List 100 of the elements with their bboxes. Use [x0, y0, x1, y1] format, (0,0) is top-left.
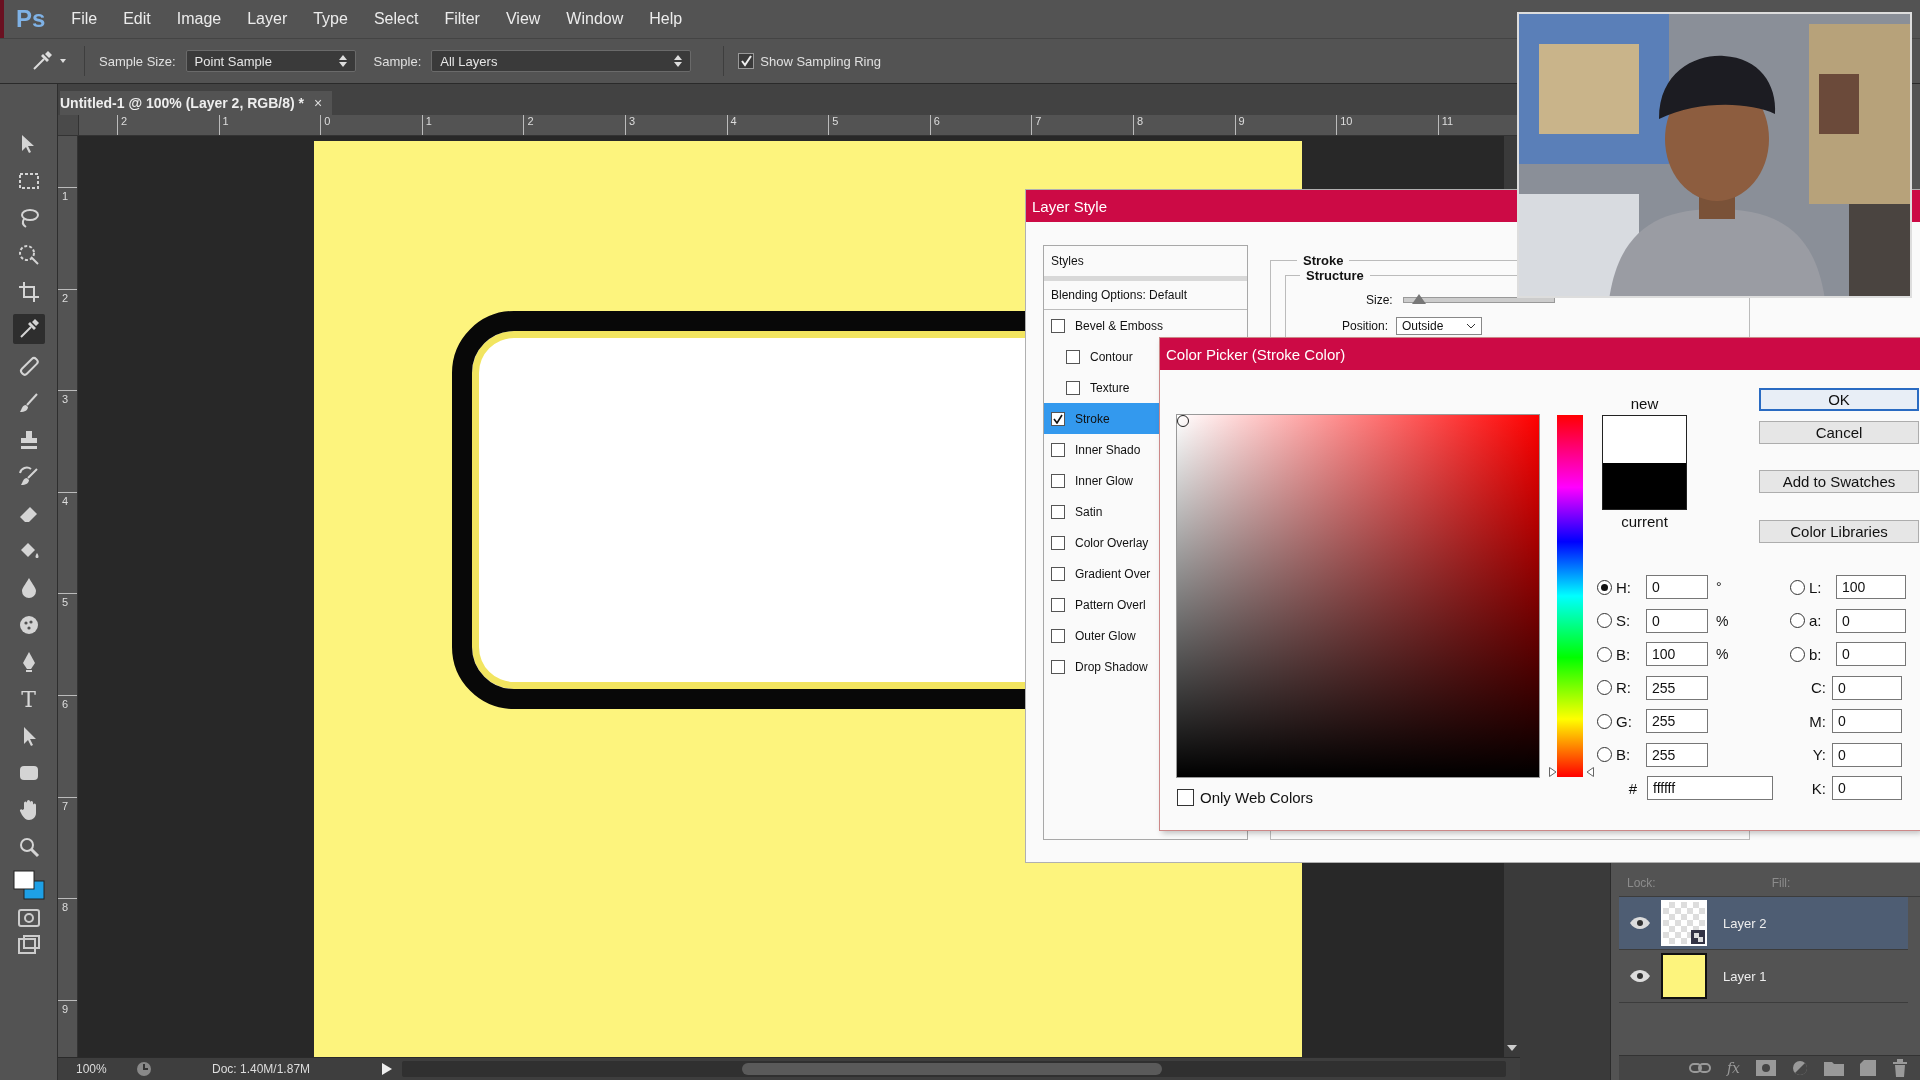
styles-header[interactable]: Styles — [1044, 246, 1247, 281]
radio-button[interactable] — [1597, 713, 1612, 729]
ruler-number: 11 — [1441, 115, 1454, 127]
link-icon[interactable] — [1688, 1062, 1711, 1074]
input-field[interactable]: 0 — [1832, 709, 1902, 733]
unit-label: % — [1716, 612, 1729, 629]
input-field[interactable]: 255 — [1646, 709, 1708, 733]
mask-icon[interactable] — [1756, 1060, 1776, 1076]
checkbox[interactable] — [1051, 597, 1065, 612]
menu-item[interactable]: Image — [176, 10, 222, 28]
input-field[interactable]: 0 — [1646, 575, 1708, 599]
style-item-label: Contour — [1090, 349, 1133, 364]
half-circle-icon[interactable] — [1792, 1060, 1808, 1076]
checkbox[interactable] — [1051, 566, 1065, 581]
radio-button[interactable] — [1597, 646, 1612, 662]
hex-field[interactable]: ffffff — [1647, 776, 1773, 800]
menu-item[interactable]: Type — [313, 10, 348, 28]
input-field[interactable]: 0 — [1832, 675, 1902, 700]
sampling-ring-checkbox[interactable] — [738, 53, 755, 69]
trash-icon[interactable] — [1892, 1059, 1908, 1077]
folder-icon[interactable] — [1824, 1060, 1844, 1076]
checkbox[interactable] — [1051, 504, 1065, 519]
input-field[interactable]: 100 — [1836, 575, 1906, 599]
radio-button[interactable] — [1597, 747, 1612, 762]
clock-icon[interactable] — [136, 1061, 152, 1077]
blending-options-item[interactable]: Blending Options: Default — [1044, 281, 1247, 310]
input-field[interactable]: 0 — [1832, 776, 1902, 800]
unit-label: ° — [1716, 579, 1722, 595]
checkbox[interactable] — [1051, 411, 1065, 426]
checkbox[interactable] — [1051, 473, 1065, 488]
input-field[interactable]: 255 — [1646, 742, 1708, 767]
menu-item[interactable]: Select — [373, 10, 419, 28]
radio-button[interactable] — [1597, 680, 1612, 695]
zoom-level[interactable]: 100% — [76, 1062, 136, 1076]
radio-button[interactable] — [1790, 646, 1805, 662]
menu-item[interactable]: Filter — [444, 10, 480, 28]
eye-icon[interactable] — [1630, 917, 1650, 929]
menu-item[interactable]: Layer — [247, 10, 288, 28]
sample-label: Sample: — [373, 53, 422, 69]
new-layer-icon[interactable] — [1860, 1060, 1876, 1076]
menu-item[interactable]: View — [505, 10, 541, 28]
dialog-button[interactable]: Add to Swatches — [1759, 470, 1919, 493]
checkbox[interactable] — [1051, 659, 1065, 674]
style-item-label: Satin — [1075, 504, 1103, 519]
document-tab[interactable]: Untitled-1 @ 100% (Layer 2, RGB/8) * × — [60, 91, 333, 115]
position-dropdown[interactable]: Outside — [1396, 317, 1483, 335]
mask-icon[interactable] — [16, 908, 41, 928]
type-tool-button[interactable]: T — [12, 684, 45, 714]
field-label: G: — [1616, 712, 1633, 730]
input-field[interactable]: 0 — [1646, 608, 1708, 633]
radio-button[interactable] — [1597, 579, 1612, 595]
close-button[interactable]: × — [313, 95, 323, 111]
layer-row[interactable]: Layer 2 — [1619, 897, 1908, 950]
ruler-number: 1 — [425, 115, 432, 127]
checkbox[interactable] — [1051, 318, 1065, 333]
ruler-number: 5 — [832, 115, 839, 127]
eyedropper-icon[interactable] — [12, 314, 45, 344]
checkbox[interactable] — [1066, 349, 1080, 364]
input-field[interactable]: 255 — [1646, 675, 1708, 700]
eye-icon[interactable] — [1630, 970, 1650, 982]
style-item[interactable]: Bevel & Emboss — [1044, 310, 1247, 341]
checkbox[interactable] — [1066, 380, 1080, 395]
dialog-button[interactable]: Color Libraries — [1759, 520, 1919, 543]
radio-button[interactable] — [1790, 613, 1805, 628]
menu-item[interactable]: Help — [649, 10, 683, 28]
input-field[interactable]: 0 — [1836, 642, 1906, 666]
sample-size-dropdown[interactable]: Point Sample — [185, 50, 356, 72]
horizontal-scrollbar[interactable] — [402, 1061, 1506, 1077]
dialog-button[interactable]: Cancel — [1759, 421, 1919, 444]
checkbox[interactable] — [1051, 442, 1065, 457]
caret-icon[interactable] — [60, 59, 66, 63]
checkbox[interactable] — [1051, 535, 1065, 550]
radio-button[interactable] — [1597, 613, 1612, 628]
group-title: Stroke — [1302, 253, 1345, 268]
field-label: B: — [1616, 746, 1632, 763]
eyedropper-icon[interactable] — [33, 51, 52, 70]
radio-button[interactable] — [1790, 579, 1805, 595]
field-label: S: — [1616, 612, 1632, 629]
menu-item[interactable]: Edit — [123, 10, 151, 28]
play-icon[interactable] — [382, 1063, 392, 1075]
input-field[interactable]: 0 — [1832, 742, 1902, 767]
style-item-label: Color Overlay — [1075, 535, 1149, 550]
input-field[interactable]: 0 — [1836, 608, 1906, 633]
sample-dropdown[interactable]: All Layers — [431, 50, 692, 72]
ruler-number: 6 — [62, 697, 69, 710]
dialog-button[interactable]: OK — [1759, 388, 1919, 411]
menu-item[interactable]: File — [71, 10, 98, 28]
web-colors-checkbox[interactable] — [1177, 789, 1194, 806]
layer-row[interactable]: Layer 1 — [1619, 950, 1908, 1003]
screen-mode-icon[interactable] — [16, 935, 41, 955]
current-label: current — [1621, 513, 1668, 530]
menu-item[interactable]: Window — [566, 10, 624, 28]
color-field[interactable] — [1177, 415, 1539, 777]
color-swatches-icon[interactable] — [11, 869, 46, 901]
ruler-number: 3 — [62, 393, 69, 406]
style-item-label: Stroke — [1075, 411, 1110, 426]
slider-thumb[interactable] — [1549, 767, 1594, 777]
checkbox[interactable] — [1051, 628, 1065, 643]
field-label: B: — [1616, 645, 1632, 663]
input-field[interactable]: 100 — [1646, 642, 1708, 666]
